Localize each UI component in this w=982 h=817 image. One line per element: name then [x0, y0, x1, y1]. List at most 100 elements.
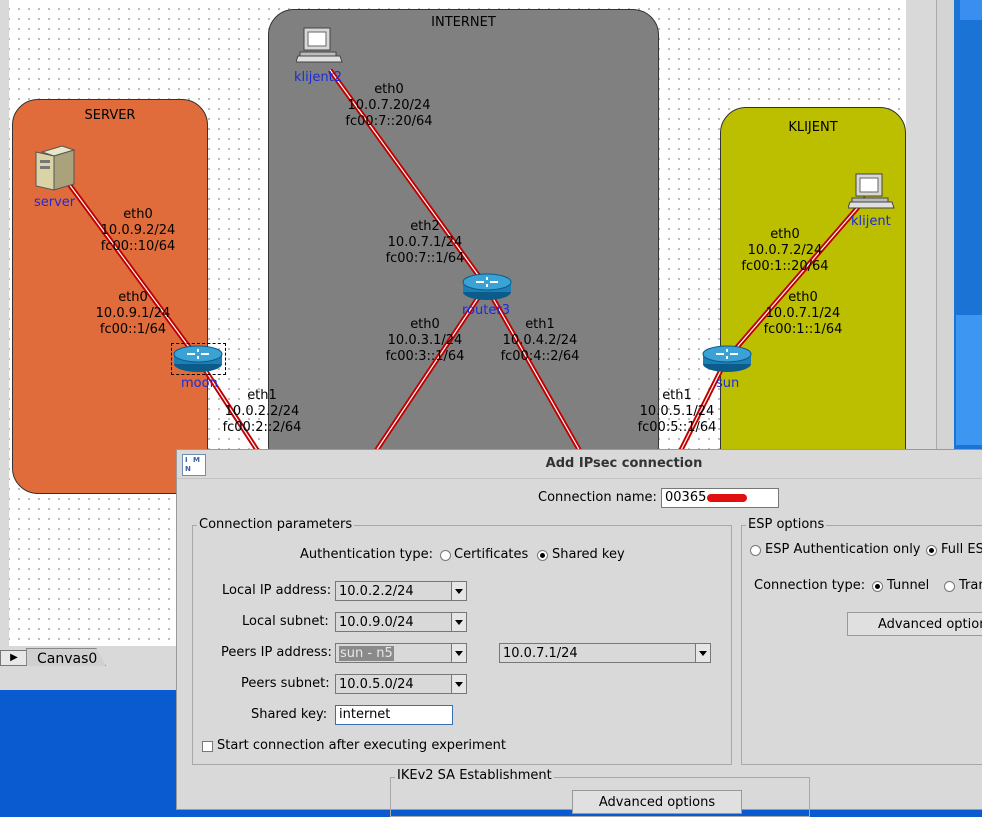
esp-full-label[interactable]: Full ES	[941, 542, 982, 557]
if-ipv6: fc00::10/64	[100, 239, 176, 254]
peers-node-value: sun - n5	[339, 646, 394, 661]
if-ipv6: fc00:7::1/64	[385, 251, 465, 266]
if-ipv4: 10.0.9.2/24	[100, 223, 176, 238]
if-name: eth0	[374, 82, 404, 97]
tab-scroll-right-button[interactable]: ▶	[0, 650, 28, 666]
redaction-mark	[707, 493, 748, 502]
local-ip-select[interactable]: 10.0.2.2/24	[335, 581, 467, 601]
dialog-titlebar[interactable]: I M N Add IPsec connection	[177, 450, 982, 479]
if-ipv6: fc00:1::20/64	[741, 259, 829, 274]
chevron-down-icon[interactable]	[451, 613, 466, 631]
dialog-title: Add IPsec connection	[545, 456, 703, 471]
if-ipv6: fc00:4::2/64	[500, 349, 580, 364]
auth-type-label: Authentication type:	[300, 547, 433, 562]
add-ipsec-dialog: I M N Add IPsec connection Connection na…	[176, 449, 982, 817]
chevron-down-icon[interactable]	[695, 644, 710, 662]
if-ipv6: fc00:2::2/64	[222, 420, 302, 435]
connection-name-value: 00365	[665, 490, 707, 505]
esp-advanced-options-button[interactable]: Advanced options	[847, 612, 982, 636]
router-icon-moon[interactable]	[173, 344, 223, 374]
peers-ip-value: 10.0.7.1/24	[501, 645, 696, 661]
if-label-sun-eth0: eth0 10.0.7.1/24 fc00:1::1/64	[758, 290, 848, 338]
local-ip-value: 10.0.2.2/24	[337, 583, 452, 599]
peers-node-select[interactable]: sun - n5	[335, 643, 467, 663]
if-ipv6: fc00::1/64	[99, 322, 167, 337]
tab-canvas0[interactable]: Canvas0	[26, 648, 106, 666]
esp-auth-only-label[interactable]: ESP Authentication only	[765, 542, 921, 557]
if-label-router3-eth2: eth2 10.0.7.1/24 fc00:7::1/64	[380, 219, 470, 267]
if-ipv4: 10.0.7.1/24	[387, 235, 463, 250]
conn-type-tunnel-radio[interactable]	[872, 581, 883, 592]
pc-icon-klijent[interactable]	[848, 172, 896, 216]
peers-subnet-select[interactable]: 10.0.5.0/24	[335, 674, 467, 694]
if-name: eth0	[410, 317, 440, 332]
esp-full-radio[interactable]	[926, 545, 937, 556]
if-name: eth1	[662, 388, 692, 403]
if-label-server-eth0: eth0 10.0.9.2/24 fc00::10/64	[98, 207, 178, 255]
if-ipv6: fc00:1::1/64	[763, 322, 843, 337]
connection-name-input[interactable]: 00365	[661, 488, 779, 508]
node-moon-label[interactable]: moon	[181, 376, 218, 391]
if-ipv4: 10.0.7.20/24	[347, 98, 431, 113]
if-ipv4: 10.0.7.1/24	[765, 306, 841, 321]
if-ipv4: 10.0.3.1/24	[387, 333, 463, 348]
node-klijent2-label[interactable]: klijent2	[294, 70, 342, 85]
local-subnet-value: 10.0.9.0/24	[337, 614, 452, 630]
conn-type-tunnel-label[interactable]: Tunnel	[887, 578, 929, 593]
if-label-moon-eth1: eth1 10.0.2.2/24 fc00:2::2/64	[218, 388, 306, 436]
start-connection-label[interactable]: Start connection after executing experim…	[217, 738, 506, 753]
esp-options-title: ESP options	[746, 517, 827, 532]
if-label-sun-eth1: eth1 10.0.5.1/24 fc00:5::1/64	[632, 388, 722, 436]
if-label-klijent2-eth0: eth0 10.0.7.20/24 fc00:7::20/64	[340, 82, 438, 130]
if-ipv4: 10.0.2.2/24	[224, 404, 300, 419]
connection-type-label: Connection type:	[754, 578, 866, 593]
local-subnet-label: Local subnet:	[242, 614, 329, 629]
shared-key-input[interactable]: internet	[335, 705, 453, 725]
auth-shared-key-radio[interactable]	[537, 550, 548, 561]
esp-auth-only-radio[interactable]	[750, 545, 761, 556]
if-label-moon-eth0: eth0 10.0.9.1/24 fc00::1/64	[92, 290, 174, 338]
esp-options-group	[741, 525, 982, 765]
if-name: eth0	[770, 227, 800, 242]
peers-node-field: sun - n5	[337, 645, 452, 661]
start-connection-checkbox[interactable]	[202, 741, 213, 752]
node-router3-label[interactable]: router3	[462, 303, 510, 318]
auth-shared-key-label[interactable]: Shared key	[552, 547, 625, 562]
connection-parameters-title: Connection parameters	[197, 517, 355, 532]
chevron-down-icon[interactable]	[451, 675, 466, 693]
auth-certificates-label[interactable]: Certificates	[454, 547, 528, 562]
if-ipv6: fc00:7::20/64	[345, 114, 433, 129]
if-name: eth1	[525, 317, 555, 332]
peers-ip-label: Peers IP address:	[221, 645, 332, 660]
pc-icon-klijent2[interactable]	[296, 26, 344, 70]
router-icon-router3[interactable]	[462, 272, 512, 302]
node-server-label[interactable]: server	[34, 195, 75, 210]
chevron-down-icon[interactable]	[451, 582, 466, 600]
peers-subnet-label: Peers subnet:	[241, 676, 330, 691]
if-name: eth1	[247, 388, 277, 403]
auth-certificates-radio[interactable]	[440, 550, 451, 561]
server-icon[interactable]	[34, 142, 76, 192]
if-name: eth0	[788, 290, 818, 305]
if-ipv6: fc00:3::1/64	[385, 349, 465, 364]
local-subnet-select[interactable]: 10.0.9.0/24	[335, 612, 467, 632]
chevron-down-icon[interactable]	[451, 644, 466, 662]
if-label-router3-eth1: eth1 10.0.4.2/24 fc00:4::2/64	[495, 317, 585, 365]
conn-type-transport-radio[interactable]	[944, 581, 955, 592]
if-ipv4: 10.0.9.1/24	[95, 306, 171, 321]
if-ipv4: 10.0.5.1/24	[639, 404, 715, 419]
if-name: eth0	[123, 207, 153, 222]
if-label-klijent-eth0: eth0 10.0.7.2/24 fc00:1::20/64	[736, 227, 834, 275]
peers-ip-select[interactable]: 10.0.7.1/24	[499, 643, 711, 663]
ikev2-title: IKEv2 SA Establishment	[395, 768, 554, 783]
if-name: eth0	[118, 290, 148, 305]
if-ipv4: 10.0.4.2/24	[502, 333, 578, 348]
node-klijent-label[interactable]: klijent	[851, 214, 891, 229]
connection-name-label: Connection name:	[538, 490, 657, 505]
if-ipv6: fc00:5::1/64	[637, 420, 717, 435]
if-ipv4: 10.0.7.2/24	[747, 243, 823, 258]
conn-type-transport-label[interactable]: Tran	[959, 578, 982, 593]
router-icon-sun[interactable]	[702, 344, 752, 374]
ikev2-advanced-options-button[interactable]: Advanced options	[572, 790, 742, 814]
shared-key-label: Shared key:	[251, 707, 328, 722]
